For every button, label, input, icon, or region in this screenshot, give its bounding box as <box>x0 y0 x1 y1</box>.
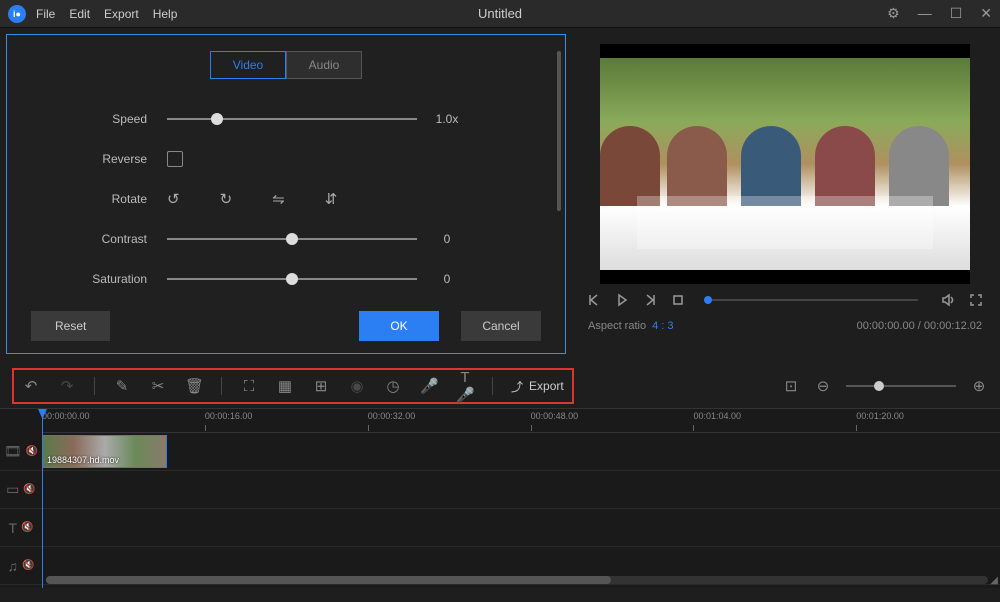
app-logo: i● <box>8 5 26 23</box>
saturation-slider[interactable] <box>167 269 417 289</box>
record-icon[interactable]: ◉ <box>348 377 366 395</box>
export-label: Export <box>529 379 564 393</box>
rotate-label: Rotate <box>7 192 167 206</box>
saturation-label: Saturation <box>7 272 167 286</box>
menu-edit[interactable]: Edit <box>69 7 90 21</box>
mosaic-icon[interactable]: ▦ <box>276 377 294 395</box>
dialog-scrollbar[interactable] <box>557 51 561 211</box>
tab-video[interactable]: Video <box>210 51 286 79</box>
tab-audio[interactable]: Audio <box>286 51 362 79</box>
close-icon[interactable]: ✕ <box>980 5 992 22</box>
aspect-ratio-label: Aspect ratio <box>588 320 646 332</box>
ruler-tick: 00:00:32.00 <box>368 411 416 421</box>
video-track[interactable]: 19884307.hd.mov <box>42 433 1000 470</box>
cut-icon[interactable]: ✂ <box>149 377 167 395</box>
ruler-tick: 00:00:00.00 <box>42 411 90 421</box>
video-clip[interactable]: 19884307.hd.mov <box>42 435 167 468</box>
preview-panel: Aspect ratio 4 : 3 00:00:00.00 / 00:00:1… <box>574 28 1000 364</box>
redo-icon[interactable]: ↷ <box>58 377 76 395</box>
text-to-speech-icon[interactable]: T🎤 <box>456 369 474 404</box>
text-track-icon: T <box>8 520 17 536</box>
menu-file[interactable]: File <box>36 7 55 21</box>
undo-icon[interactable]: ↶ <box>22 377 40 395</box>
contrast-label: Contrast <box>7 232 167 246</box>
voiceover-icon[interactable]: 🎤 <box>420 377 438 395</box>
settings-icon[interactable]: ⚙ <box>887 5 900 22</box>
window-title: Untitled <box>478 6 522 21</box>
flip-vertical-icon[interactable]: ⇵ <box>325 190 338 208</box>
ruler-tick: 00:00:16.00 <box>205 411 253 421</box>
toolbar-highlight: ↶ ↷ ✎ ✂ 🗑 ⛶ ▦ ⊞ ◉ ◷ 🎤 T🎤 ⤴ Export <box>12 368 574 404</box>
edit-dialog: Video Audio Speed 1.0x Reverse Rotate ↺ … <box>6 34 566 354</box>
export-button[interactable]: ⤴ Export <box>511 378 564 395</box>
fullscreen-icon[interactable] <box>968 292 984 308</box>
flip-horizontal-icon[interactable]: ⇋ <box>272 190 285 208</box>
titlebar: i● File Edit Export Help Untitled ⚙ — ☐ … <box>0 0 1000 28</box>
mute-icon[interactable]: 🔇 <box>21 522 33 533</box>
zoom-fit-icon[interactable]: ⊡ <box>782 377 800 395</box>
volume-icon[interactable] <box>940 292 956 308</box>
reverse-checkbox[interactable] <box>167 151 183 167</box>
playback-time: 00:00:00.00 / 00:00:12.02 <box>857 320 982 332</box>
grid-icon[interactable]: ⊞ <box>312 377 330 395</box>
audio-track-icon: ♫ <box>8 558 19 574</box>
minimize-icon[interactable]: — <box>918 5 932 22</box>
saturation-value: 0 <box>417 272 477 286</box>
edit-icon[interactable]: ✎ <box>113 377 131 395</box>
speed-label: Speed <box>7 112 167 126</box>
zoom-slider[interactable] <box>846 385 956 387</box>
cancel-button[interactable]: Cancel <box>461 311 541 341</box>
timeline: 00:00:00.00 00:00:16.00 00:00:32.00 00:0… <box>0 408 1000 588</box>
playback-slider[interactable] <box>708 299 918 301</box>
reset-button[interactable]: Reset <box>31 311 110 341</box>
menu-help[interactable]: Help <box>153 7 178 21</box>
overlay-track[interactable] <box>42 471 1000 508</box>
ok-button[interactable]: OK <box>359 311 439 341</box>
delete-icon[interactable]: 🗑 <box>185 377 203 395</box>
speed-value: 1.0x <box>417 112 477 126</box>
time-ruler[interactable]: 00:00:00.00 00:00:16.00 00:00:32.00 00:0… <box>42 409 1000 433</box>
mute-icon[interactable]: 🔇 <box>22 560 34 571</box>
main-menu: File Edit Export Help <box>36 7 177 21</box>
export-icon: ⤴ <box>511 378 523 395</box>
text-track[interactable] <box>42 509 1000 546</box>
contrast-value: 0 <box>417 232 477 246</box>
ruler-tick: 00:01:04.00 <box>693 411 741 421</box>
maximize-icon[interactable]: ☐ <box>950 5 963 22</box>
menu-export[interactable]: Export <box>104 7 139 21</box>
speed-slider[interactable] <box>167 109 417 129</box>
stop-icon[interactable] <box>670 292 686 308</box>
resize-grip[interactable]: ◢ <box>990 575 998 586</box>
rotate-cw-icon[interactable]: ↻ <box>220 190 233 208</box>
playhead[interactable] <box>42 409 43 588</box>
mute-icon[interactable]: 🔇 <box>26 446 38 457</box>
next-frame-icon[interactable] <box>642 292 658 308</box>
mute-icon[interactable]: 🔇 <box>23 484 35 495</box>
zoom-in-icon[interactable]: ⊕ <box>970 377 988 395</box>
zoom-out-icon[interactable]: ⊖ <box>814 377 832 395</box>
contrast-slider[interactable] <box>167 229 417 249</box>
overlay-track-icon: ▭ <box>6 481 19 498</box>
clip-filename: 19884307.hd.mov <box>47 455 119 465</box>
prev-frame-icon[interactable] <box>586 292 602 308</box>
horizontal-scrollbar[interactable] <box>46 576 988 584</box>
aspect-ratio-value[interactable]: 4 : 3 <box>652 320 673 332</box>
reverse-label: Reverse <box>7 152 167 166</box>
video-preview[interactable] <box>600 44 970 284</box>
duration-icon[interactable]: ◷ <box>384 377 402 395</box>
play-icon[interactable] <box>614 292 630 308</box>
ruler-tick: 00:00:48.00 <box>531 411 579 421</box>
toolbar: ↶ ↷ ✎ ✂ 🗑 ⛶ ▦ ⊞ ◉ ◷ 🎤 T🎤 ⤴ Export ⊡ ⊖ ⊕ <box>0 364 1000 408</box>
video-track-icon: 🎞 <box>4 443 22 460</box>
ruler-tick: 00:01:20.00 <box>856 411 904 421</box>
crop-icon[interactable]: ⛶ <box>240 378 258 395</box>
rotate-ccw-icon[interactable]: ↺ <box>167 190 180 208</box>
